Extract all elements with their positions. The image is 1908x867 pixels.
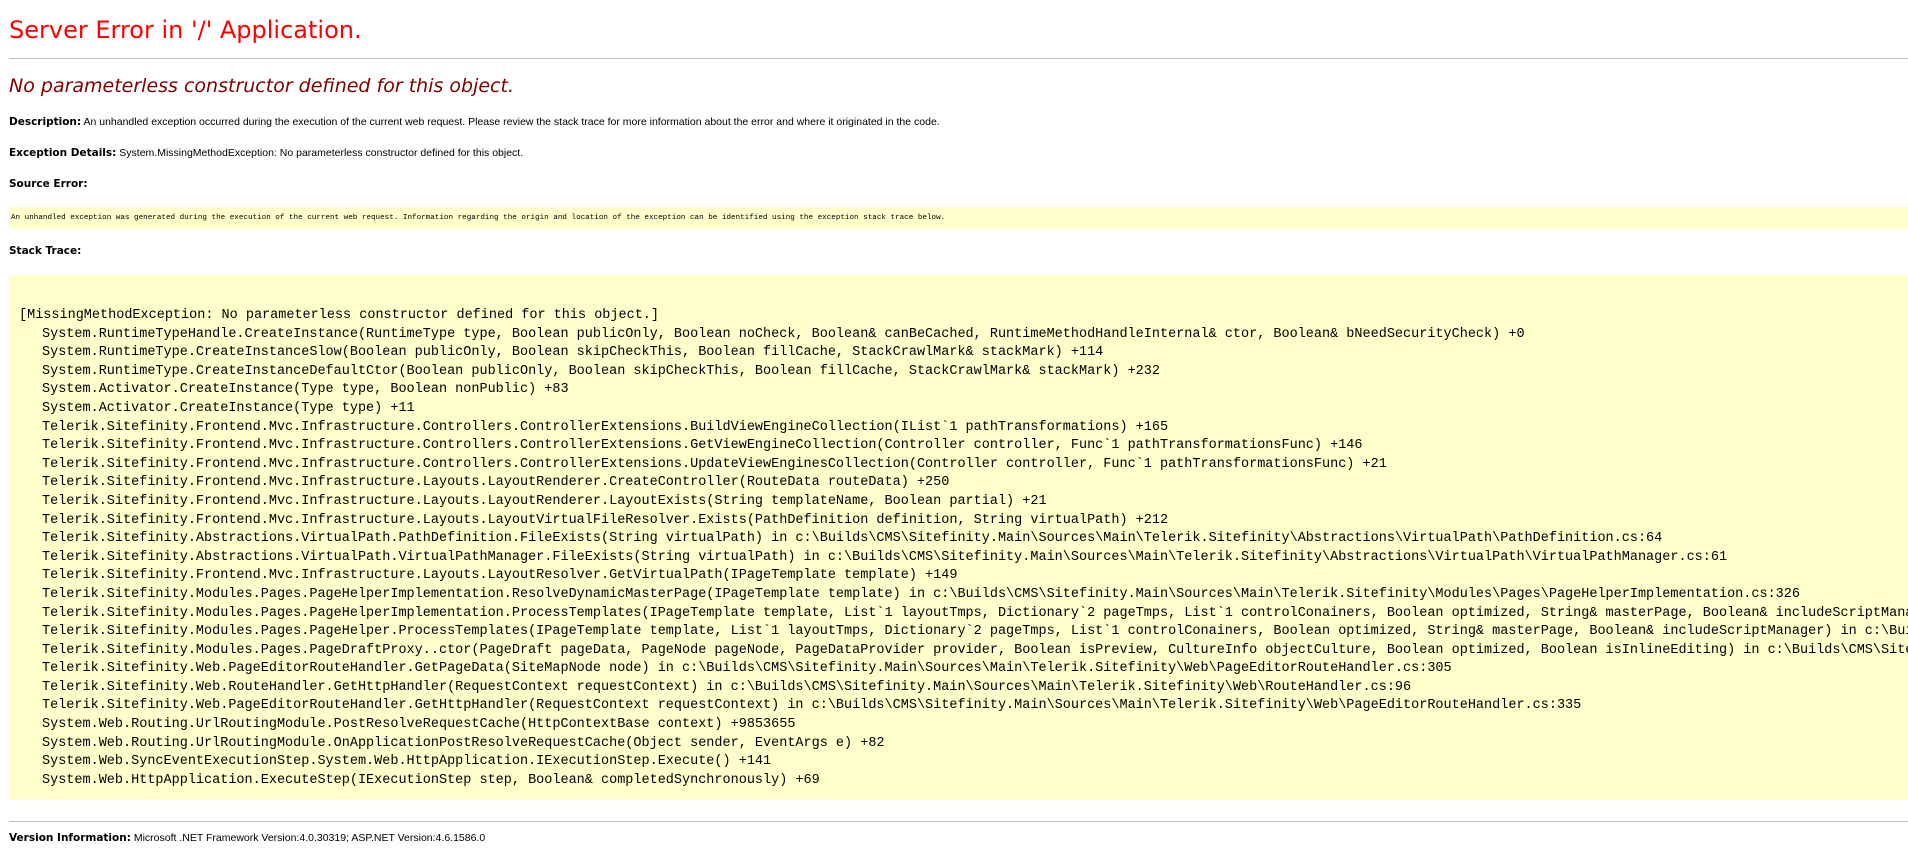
divider xyxy=(9,58,1908,59)
stack-trace-line: System.Web.HttpApplication.ExecuteStep(I… xyxy=(42,772,820,788)
stack-trace-heading: Stack Trace: xyxy=(9,245,81,257)
stack-trace-line: System.Activator.CreateInstance(Type typ… xyxy=(42,400,415,416)
stack-trace-box: [MissingMethodException: No parameterles… xyxy=(9,275,1908,800)
stack-trace-line: Telerik.Sitefinity.Web.RouteHandler.GetH… xyxy=(42,679,1412,695)
version-info-label: Version Information: xyxy=(9,832,131,844)
stack-trace-line: System.Web.SyncEventExecutionStep.System… xyxy=(42,754,772,770)
source-error-label: Source Error: xyxy=(9,178,88,190)
stack-trace-line: Telerik.Sitefinity.Frontend.Mvc.Infrastr… xyxy=(42,456,1387,472)
stack-trace-line: Telerik.Sitefinity.Frontend.Mvc.Infrastr… xyxy=(42,493,1047,509)
description-text: An unhandled exception occurred during t… xyxy=(81,116,940,128)
exception-details-label: Exception Details: xyxy=(9,147,117,159)
stack-trace-line: System.Web.Routing.UrlRoutingModule.OnAp… xyxy=(42,735,885,751)
stack-trace-line: System.RuntimeType.CreateInstanceSlow(Bo… xyxy=(42,345,1104,361)
stack-trace-line: Telerik.Sitefinity.Frontend.Mvc.Infrastr… xyxy=(42,475,950,491)
stack-trace-header: [MissingMethodException: No parameterles… xyxy=(19,308,660,323)
stack-trace-line: Telerik.Sitefinity.Modules.Pages.PageHel… xyxy=(42,586,1800,602)
stack-trace-line: System.RuntimeTypeHandle.CreateInstance(… xyxy=(42,326,1525,342)
page-title: Server Error in '/' Application. xyxy=(9,16,362,44)
stack-trace-line: Telerik.Sitefinity.Modules.Pages.PageDra… xyxy=(42,642,1908,658)
divider xyxy=(9,821,1908,822)
stack-trace-line: System.Web.Routing.UrlRoutingModule.Post… xyxy=(42,717,796,733)
exception-details: Exception Details: System.MissingMethodE… xyxy=(9,147,523,159)
exception-details-text: System.MissingMethodException: No parame… xyxy=(116,147,524,159)
stack-trace-line: System.RuntimeType.CreateInstanceDefault… xyxy=(42,363,1160,379)
source-error: Source Error: xyxy=(9,178,88,190)
stack-trace-line: Telerik.Sitefinity.Web.PageEditorRouteHa… xyxy=(42,661,1452,677)
version-information: Version Information: Microsoft .NET Fram… xyxy=(9,832,485,844)
description-label: Description: xyxy=(9,116,82,128)
stack-trace-line: Telerik.Sitefinity.Modules.Pages.PageHel… xyxy=(42,605,1908,621)
stack-trace-line: System.Activator.CreateInstance(Type typ… xyxy=(42,382,569,398)
stack-trace-label: Stack Trace: xyxy=(9,245,82,257)
stack-trace-line: Telerik.Sitefinity.Frontend.Mvc.Infrastr… xyxy=(42,419,1169,435)
stack-trace-line: Telerik.Sitefinity.Modules.Pages.PageHel… xyxy=(42,624,1908,640)
stack-trace-line: Telerik.Sitefinity.Web.PageEditorRouteHa… xyxy=(42,698,1582,714)
stack-trace-line: Telerik.Sitefinity.Abstractions.VirtualP… xyxy=(42,531,1663,547)
stack-trace-line: Telerik.Sitefinity.Frontend.Mvc.Infrastr… xyxy=(42,568,958,584)
description: Description: An unhandled exception occu… xyxy=(9,116,940,128)
stack-trace-line: Telerik.Sitefinity.Frontend.Mvc.Infrastr… xyxy=(42,438,1363,454)
stack-trace-line: Telerik.Sitefinity.Frontend.Mvc.Infrastr… xyxy=(42,512,1169,528)
stack-trace: [MissingMethodException: No parameterles… xyxy=(19,307,1908,790)
error-message: No parameterless constructor defined for… xyxy=(9,75,514,97)
source-error-box: An unhandled exception was generated dur… xyxy=(9,207,1908,229)
version-info-text: Microsoft .NET Framework Version:4.0.303… xyxy=(130,832,486,844)
stack-trace-line: Telerik.Sitefinity.Abstractions.VirtualP… xyxy=(42,549,1728,565)
